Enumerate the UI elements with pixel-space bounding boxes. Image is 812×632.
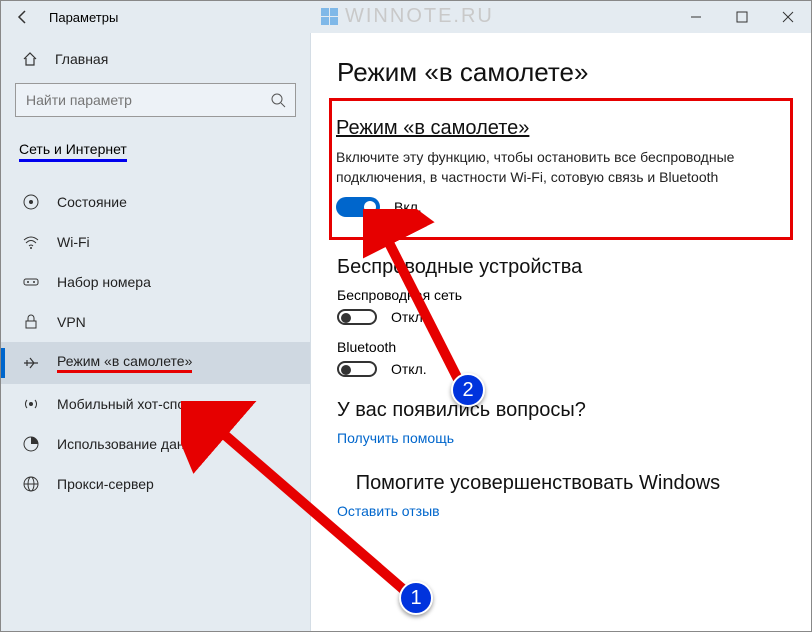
annotation-badge-2: 2	[451, 373, 485, 407]
sidebar-item-label: Мобильный хот-спот	[57, 396, 191, 412]
airplane-toggle[interactable]	[336, 197, 380, 217]
home-icon	[21, 51, 39, 67]
search-input[interactable]	[16, 92, 261, 108]
watermark: WINNOTE.RU	[321, 5, 494, 28]
bluetooth-toggle-label: Откл.	[391, 361, 427, 377]
wifi-toggle[interactable]	[337, 309, 377, 325]
sidebar-item-label: Набор номера	[57, 274, 151, 290]
airplane-desc: Включите эту функцию, чтобы остановить в…	[336, 148, 780, 187]
proxy-icon	[21, 475, 41, 493]
sidebar-item-label: VPN	[57, 314, 86, 330]
help-heading: У вас появились вопросы?	[337, 399, 785, 422]
dialup-icon	[21, 273, 41, 291]
sidebar-item-label: Режим «в самолете»	[57, 353, 192, 373]
sidebar-nav: Состояние Wi-Fi Набор номера VPN Режим «…	[1, 182, 310, 504]
sidebar-item-label: Прокси-сервер	[57, 476, 154, 492]
minimize-button[interactable]	[673, 1, 719, 33]
wifi-toggle-label: Откл.	[391, 309, 427, 325]
sidebar-item-hotspot[interactable]: Мобильный хот-спот	[1, 384, 310, 424]
page-title: Режим «в самолете»	[337, 57, 785, 88]
search-box[interactable]	[15, 83, 296, 117]
settings-window: Параметры WINNOTE.RU Главная Сеть	[0, 0, 812, 632]
sidebar-item-proxy[interactable]: Прокси-сервер	[1, 464, 310, 504]
sidebar-item-datausage[interactable]: Использование данных	[1, 424, 310, 464]
maximize-button[interactable]	[719, 1, 765, 33]
back-button[interactable]	[1, 1, 45, 33]
window-title: Параметры	[45, 10, 118, 25]
sidebar: Главная Сеть и Интернет Состояние Wi-Fi	[1, 33, 311, 631]
feedback-heading: XXПомогите усовершенствовать Windows	[337, 472, 785, 495]
titlebar: Параметры WINNOTE.RU	[1, 1, 811, 33]
datausage-icon	[21, 435, 41, 453]
status-icon	[21, 193, 41, 211]
sidebar-item-wifi[interactable]: Wi-Fi	[1, 222, 310, 262]
wifi-label: Беспроводная сеть	[337, 287, 785, 303]
sidebar-item-status[interactable]: Состояние	[1, 182, 310, 222]
airplane-icon	[21, 354, 41, 372]
wifi-icon	[21, 233, 41, 251]
sidebar-section-label: Сеть и Интернет	[1, 131, 310, 168]
sidebar-item-airplane[interactable]: Режим «в самолете»	[1, 342, 310, 384]
close-button[interactable]	[765, 1, 811, 33]
search-icon	[261, 92, 295, 108]
windows-logo-icon	[321, 8, 339, 26]
vpn-icon	[21, 313, 41, 331]
airplane-heading: Режим «в самолете»	[336, 117, 780, 140]
sidebar-home-label: Главная	[55, 51, 108, 67]
sidebar-item-label: Использование данных	[57, 436, 209, 452]
minimize-icon	[690, 11, 702, 23]
annotation-highlight-box: Режим «в самолете» Включите эту функцию,…	[329, 98, 793, 240]
feedback-link[interactable]: Оставить отзыв	[337, 503, 785, 519]
bluetooth-toggle[interactable]	[337, 361, 377, 377]
sidebar-item-label: Wi-Fi	[57, 234, 90, 250]
sidebar-item-dialup[interactable]: Набор номера	[1, 262, 310, 302]
main-panel: Режим «в самолете» Режим «в самолете» Вк…	[311, 33, 811, 631]
sidebar-item-vpn[interactable]: VPN	[1, 302, 310, 342]
bluetooth-label: Bluetooth	[337, 339, 785, 355]
sidebar-home[interactable]: Главная	[1, 43, 310, 75]
help-link[interactable]: Получить помощь	[337, 430, 785, 446]
hotspot-icon	[21, 395, 41, 413]
sidebar-item-label: Состояние	[57, 194, 127, 210]
annotation-badge-1: 1	[399, 581, 433, 615]
airplane-toggle-label: Вкл.	[394, 199, 422, 215]
wireless-heading: Беспроводные устройства	[337, 256, 785, 279]
arrow-left-icon	[15, 9, 31, 25]
maximize-icon	[736, 11, 748, 23]
window-controls	[673, 1, 811, 33]
close-icon	[782, 11, 794, 23]
